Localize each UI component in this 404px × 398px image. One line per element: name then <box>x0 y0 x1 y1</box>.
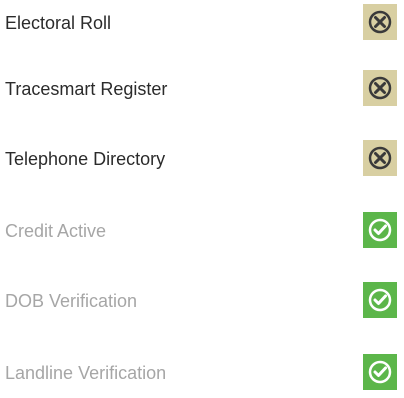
check-label: DOB Verification <box>5 291 138 311</box>
verification-checklist: Electoral Roll Tracesmart Register Telep… <box>0 0 404 398</box>
check-row-dob-verification: DOB Verification <box>0 282 404 322</box>
x-circle-icon <box>363 4 397 40</box>
check-row-telephone-directory: Telephone Directory <box>0 140 404 180</box>
check-label: Credit Active <box>5 221 107 241</box>
check-row-credit-active: Credit Active <box>0 212 404 252</box>
check-circle-icon <box>363 354 397 390</box>
check-row-electoral-roll: Electoral Roll <box>0 4 404 44</box>
check-row-tracesmart-register: Tracesmart Register <box>0 70 404 110</box>
x-circle-icon <box>363 140 397 176</box>
check-label: Telephone Directory <box>5 149 166 169</box>
check-label: Tracesmart Register <box>5 79 168 99</box>
check-circle-icon <box>363 282 397 318</box>
check-label: Electoral Roll <box>5 13 112 33</box>
check-row-landline-verification: Landline Verification <box>0 354 404 394</box>
check-label: Landline Verification <box>5 363 167 383</box>
x-circle-icon <box>363 70 397 106</box>
check-circle-icon <box>363 212 397 248</box>
